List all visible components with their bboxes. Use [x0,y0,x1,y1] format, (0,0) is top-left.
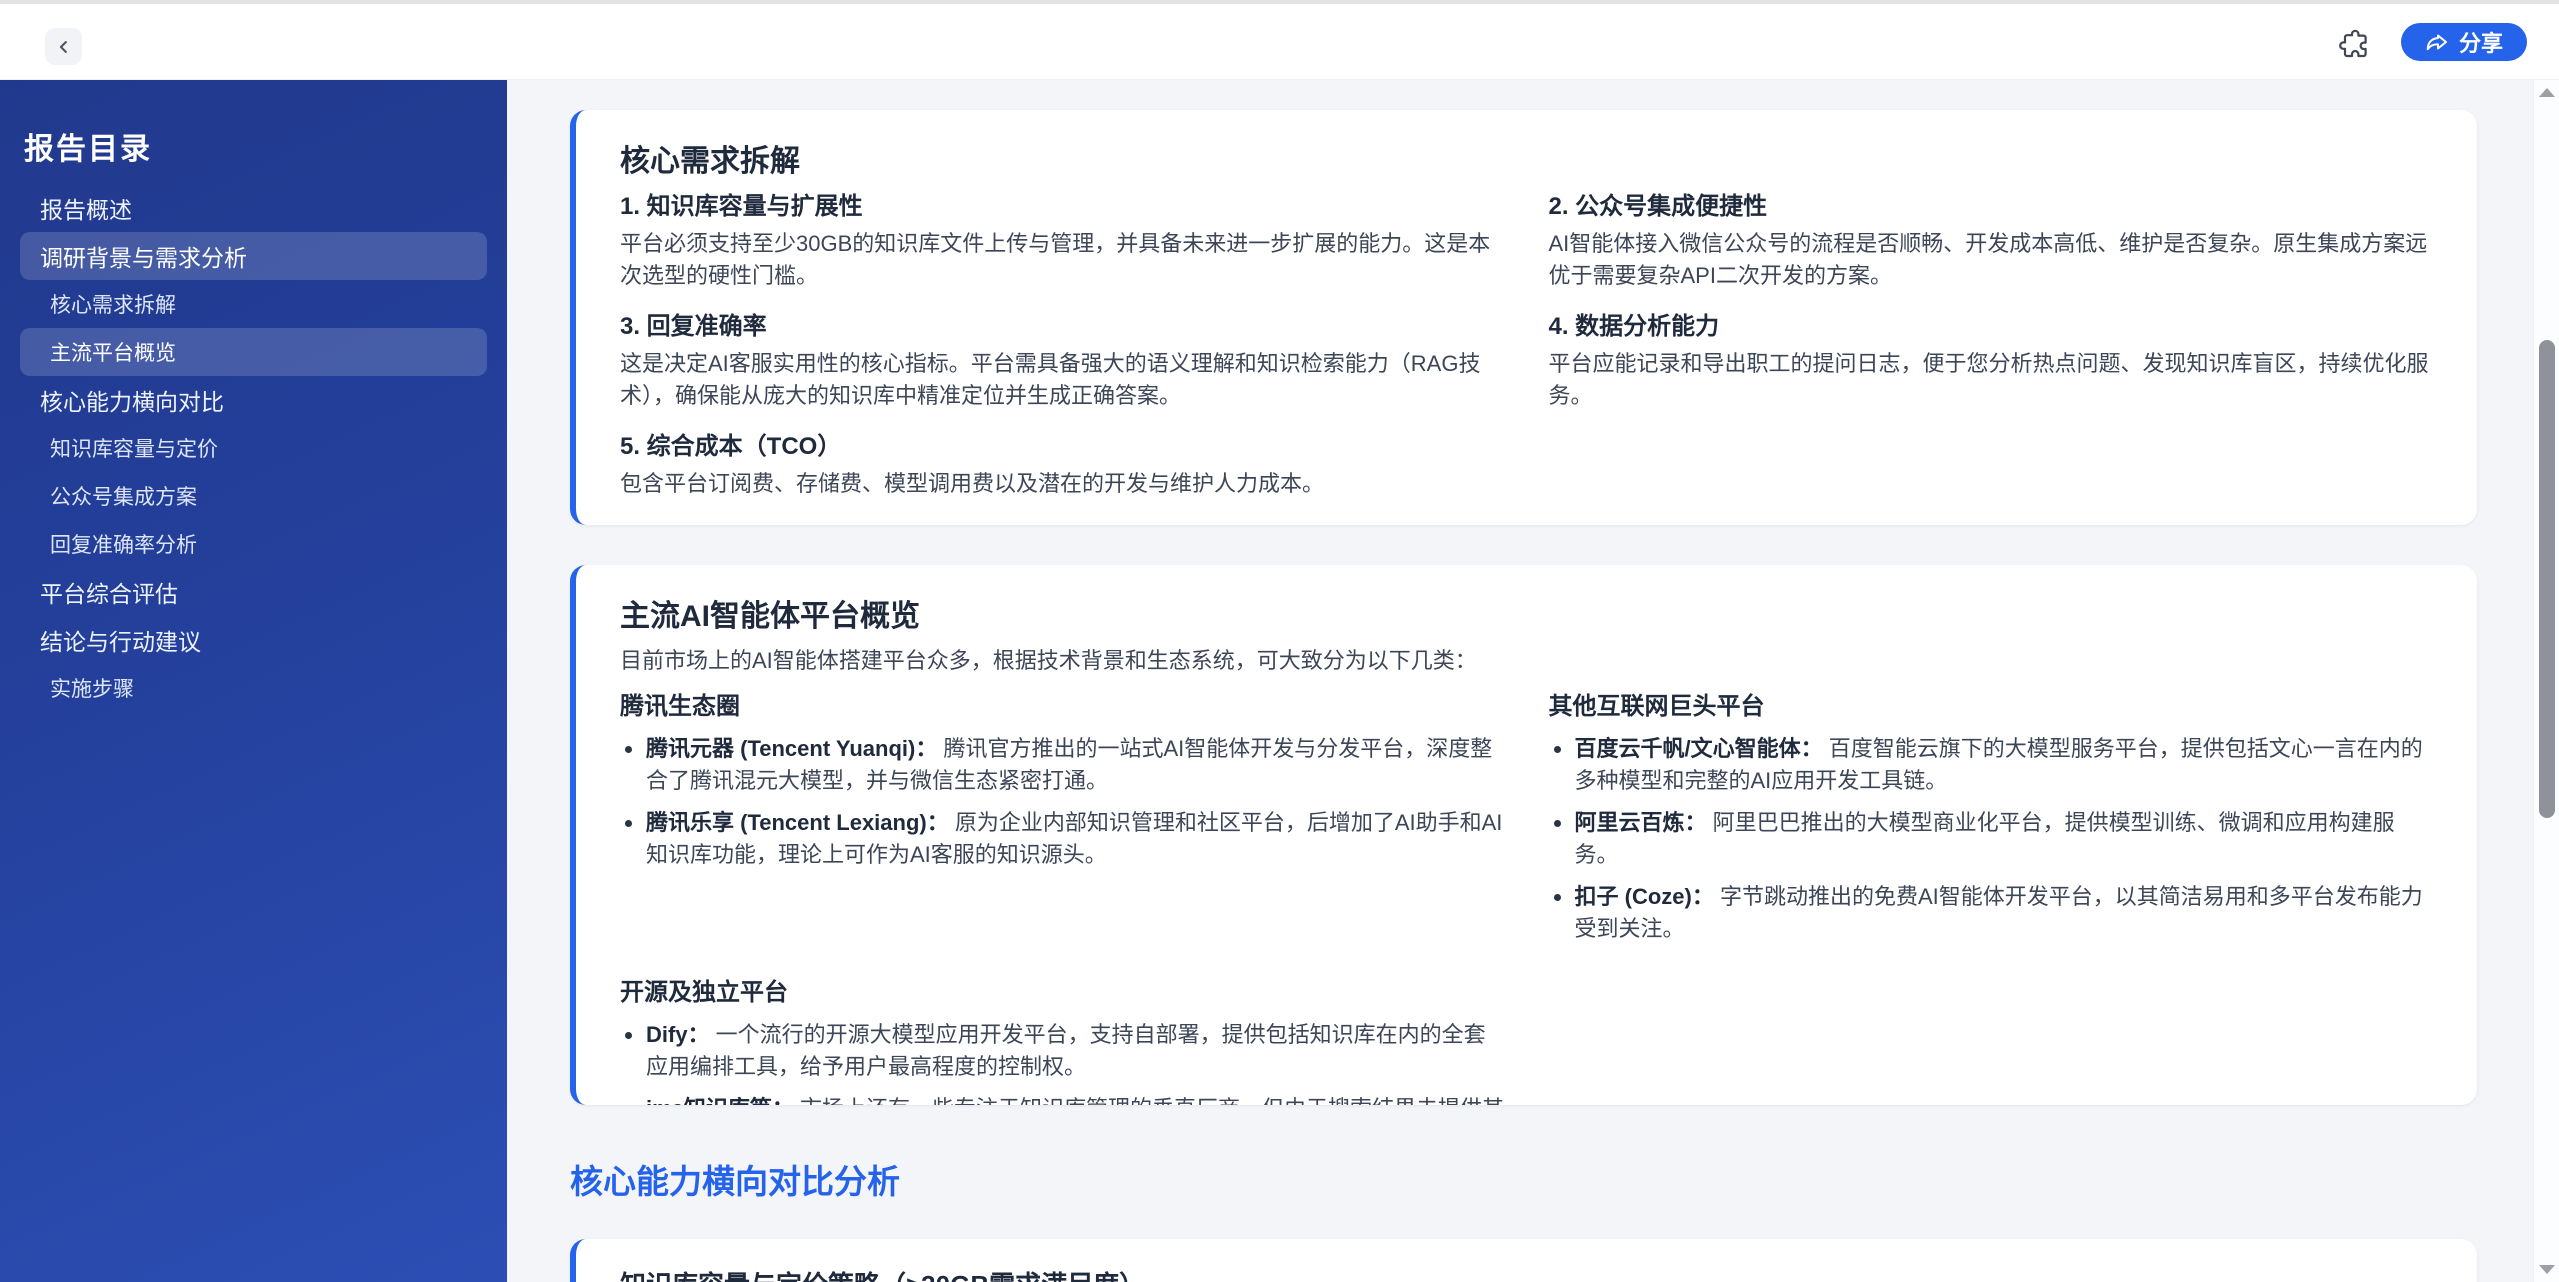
sidebar-item[interactable]: 公众号集成方案 [20,472,487,520]
bullet-name: 百度云千帆/文心智能体： [1574,736,1823,761]
platform-group: 腾讯生态圈腾讯元器 (Tencent Yuanqi)： 腾讯官方推出的一站式AI… [620,691,1505,955]
bullet-name: 腾讯元器 (Tencent Yuanqi)： [646,736,938,761]
bullet-item: 百度云千帆/文心智能体： 百度智能云旗下的大模型服务平台，提供包括文心一言在内的… [1549,733,2434,797]
requirement-item: 5. 综合成本（TCO） 包含平台订阅费、存储费、模型调用费以及潜在的开发与维护人… [620,432,1505,500]
back-button[interactable] [45,28,82,65]
bullet-list: 腾讯元器 (Tencent Yuanqi)： 腾讯官方推出的一站式AI智能体开发… [620,733,1505,871]
share-icon [2425,30,2449,54]
sidebar-item[interactable]: 报告概述 [20,184,487,232]
platform-group: 其他互联网巨头平台百度云千帆/文心智能体： 百度智能云旗下的大模型服务平台，提供… [1549,691,2434,955]
bullet-item: 扣子 (Coze)： 字节跳动推出的免费AI智能体开发平台，以其简洁易用和多平台… [1549,881,2434,945]
requirement-title: 4. 数据分析能力 [1548,313,1720,340]
requirement-body: 这是决定AI客服实用性的核心指标。平台需具备强大的语义理解和知识检索能力（RAG… [620,351,1481,408]
requirement-item: 2. 公众号集成便捷性 AI智能体接入微信公众号的流程是否顺畅、开发成本高低、维护… [1549,192,2434,292]
requirement-item: 1. 知识库容量与扩展性平台必须支持至少30GB的知识库文件上传与管理，并具备未… [620,192,1505,292]
sidebar-item[interactable]: 知识库容量与定价 [20,424,487,472]
platform-group: 开源及独立平台 Dify： 一个流行的开源大模型应用开发平台，支持自部署，提供包括… [620,977,1505,1105]
sidebar-item[interactable]: 核心能力横向对比 [20,376,487,424]
card-core-requirements: 核心需求拆解 1. 知识库容量与扩展性平台必须支持至少30GB的知识库文件上传与… [570,110,2477,525]
scroll-down-icon[interactable] [2538,1265,2555,1274]
sidebar-item[interactable]: 平台综合评估 [20,568,487,616]
requirement-body: 平台必须支持至少30GB的知识库文件上传与管理，并具备未来进一步扩展的能力。这是… [620,231,1491,288]
requirement-title: 2. 公众号集成便捷性 [1548,193,1768,220]
requirement-title: 3. 回复准确率 [620,313,767,340]
card-title: 核心需求拆解 [620,145,800,178]
topbar-actions: 分享 [2339,4,2527,79]
chevron-left-icon [53,36,75,58]
bullet-item: 腾讯元器 (Tencent Yuanqi)： 腾讯官方推出的一站式AI智能体开发… [620,733,1505,797]
bullet-item: ima知识库等： 市场上还有一些专注于知识库管理的垂直厂商，但由于搜索结果未提供… [620,1093,1505,1105]
bullet-name: 阿里云百炼： [1574,810,1707,835]
platform-group-heading: 其他互联网巨头平台 [1548,693,1765,720]
sidebar-item[interactable]: 主流平台概览 [20,328,487,376]
sidebar-item[interactable]: 结论与行动建议 [20,616,487,664]
platform-group-heading: 开源及独立平台 [620,979,788,1006]
bullet-name: 扣子 (Coze)： [1574,884,1714,909]
bullet-name: ima知识库等： [646,1096,794,1105]
bullet-item: 阿里云百炼： 阿里巴巴推出的大模型商业化平台，提供模型训练、微调和应用构建服务。 [1549,807,2434,871]
requirement-title: 5. 综合成本（TCO） [620,433,842,460]
sidebar-item[interactable]: 实施步骤 [20,664,487,712]
card-knowledge-pricing: 知识库容量与定价策略（>30GB需求满足度） [570,1239,2477,1282]
bullet-list: Dify： 一个流行的开源大模型应用开发平台，支持自部署，提供包括知识库在内的全… [620,1019,1505,1105]
platform-group-heading: 腾讯生态圈 [620,693,740,720]
scroll-up-icon[interactable] [2538,88,2555,97]
section-heading: 核心能力横向对比分析 [570,1163,900,1200]
requirement-body: AI智能体接入微信公众号的流程是否顺畅、开发成本高低、维护是否复杂。原生集成方案… [1548,231,2428,288]
topbar: 分享 [0,0,2559,80]
requirement-item: 3. 回复准确率这是决定AI客服实用性的核心指标。平台需具备强大的语义理解和知识… [620,312,1505,412]
report-content-area: 核心需求拆解 1. 知识库容量与扩展性平台必须支持至少30GB的知识库文件上传与… [507,80,2559,1282]
requirement-title: 1. 知识库容量与扩展性 [620,193,863,220]
share-label: 分享 [2458,30,2503,56]
report-content: 核心需求拆解 1. 知识库容量与扩展性平台必须支持至少30GB的知识库文件上传与… [570,110,2477,1282]
sidebar-nav: 报告概述 调研背景与需求分析 核心需求拆解 主流平台概览 核心能力横向对比 知识库容量与定… [0,184,507,712]
puzzle-icon[interactable] [2339,26,2371,58]
card-title: 知识库容量与定价策略（>30GB需求满足度） [620,1265,2433,1282]
requirement-item: 4. 数据分析能力平台应能记录和导出职工的提问日志，便于您分析热点问题、发现知识… [1549,312,2434,412]
requirement-body: 平台应能记录和导出职工的提问日志，便于您分析热点问题、发现知识库盲区，持续优化服… [1548,351,2429,408]
bullet-item: Dify： 一个流行的开源大模型应用开发平台，支持自部署，提供包括知识库在内的全… [620,1019,1505,1083]
report-toc-sidebar: 报告目录 报告概述 调研背景与需求分析 核心需求拆解 主流平台概览 核心能力横向对比 知识… [0,80,507,1282]
sidebar-item[interactable]: 回复准确率分析 [20,520,487,568]
bullet-name: 腾讯乐享 (Tencent Lexiang)： [646,810,949,835]
share-button[interactable]: 分享 [2400,22,2527,61]
sidebar-item[interactable]: 核心需求拆解 [20,280,487,328]
card-intro: 目前市场上的AI智能体搭建平台众多，根据技术背景和生态系统，可大致分为以下几类： [620,648,1477,673]
sidebar-item[interactable]: 调研背景与需求分析 [20,232,487,280]
requirements-grid: 1. 知识库容量与扩展性平台必须支持至少30GB的知识库文件上传与管理，并具备未… [620,192,2433,500]
scrollbar-thumb[interactable] [2539,340,2555,818]
bullet-name: Dify： [646,1022,710,1047]
platform-groups: 腾讯生态圈腾讯元器 (Tencent Yuanqi)： 腾讯官方推出的一站式AI… [620,691,2433,1105]
requirement-body: 包含平台订阅费、存储费、模型调用费以及潜在的开发与维护人力成本。 [620,471,1325,496]
card-title: 主流AI智能体平台概览 [620,600,920,633]
card-platform-overview: 主流AI智能体平台概览 目前市场上的AI智能体搭建平台众多，根据技术背景和生态系… [570,565,2477,1105]
bullet-item: 腾讯乐享 (Tencent Lexiang)： 原为企业内部知识管理和社区平台，… [620,807,1505,871]
bullet-desc: 一个流行的开源大模型应用开发平台，支持自部署，提供包括知识库在内的全套应用编排工… [646,1022,1486,1079]
vertical-scrollbar[interactable] [2533,80,2559,1282]
sidebar-title: 报告目录 [24,133,152,166]
bullet-list: 百度云千帆/文心智能体： 百度智能云旗下的大模型服务平台，提供包括文心一言在内的… [1549,733,2434,945]
